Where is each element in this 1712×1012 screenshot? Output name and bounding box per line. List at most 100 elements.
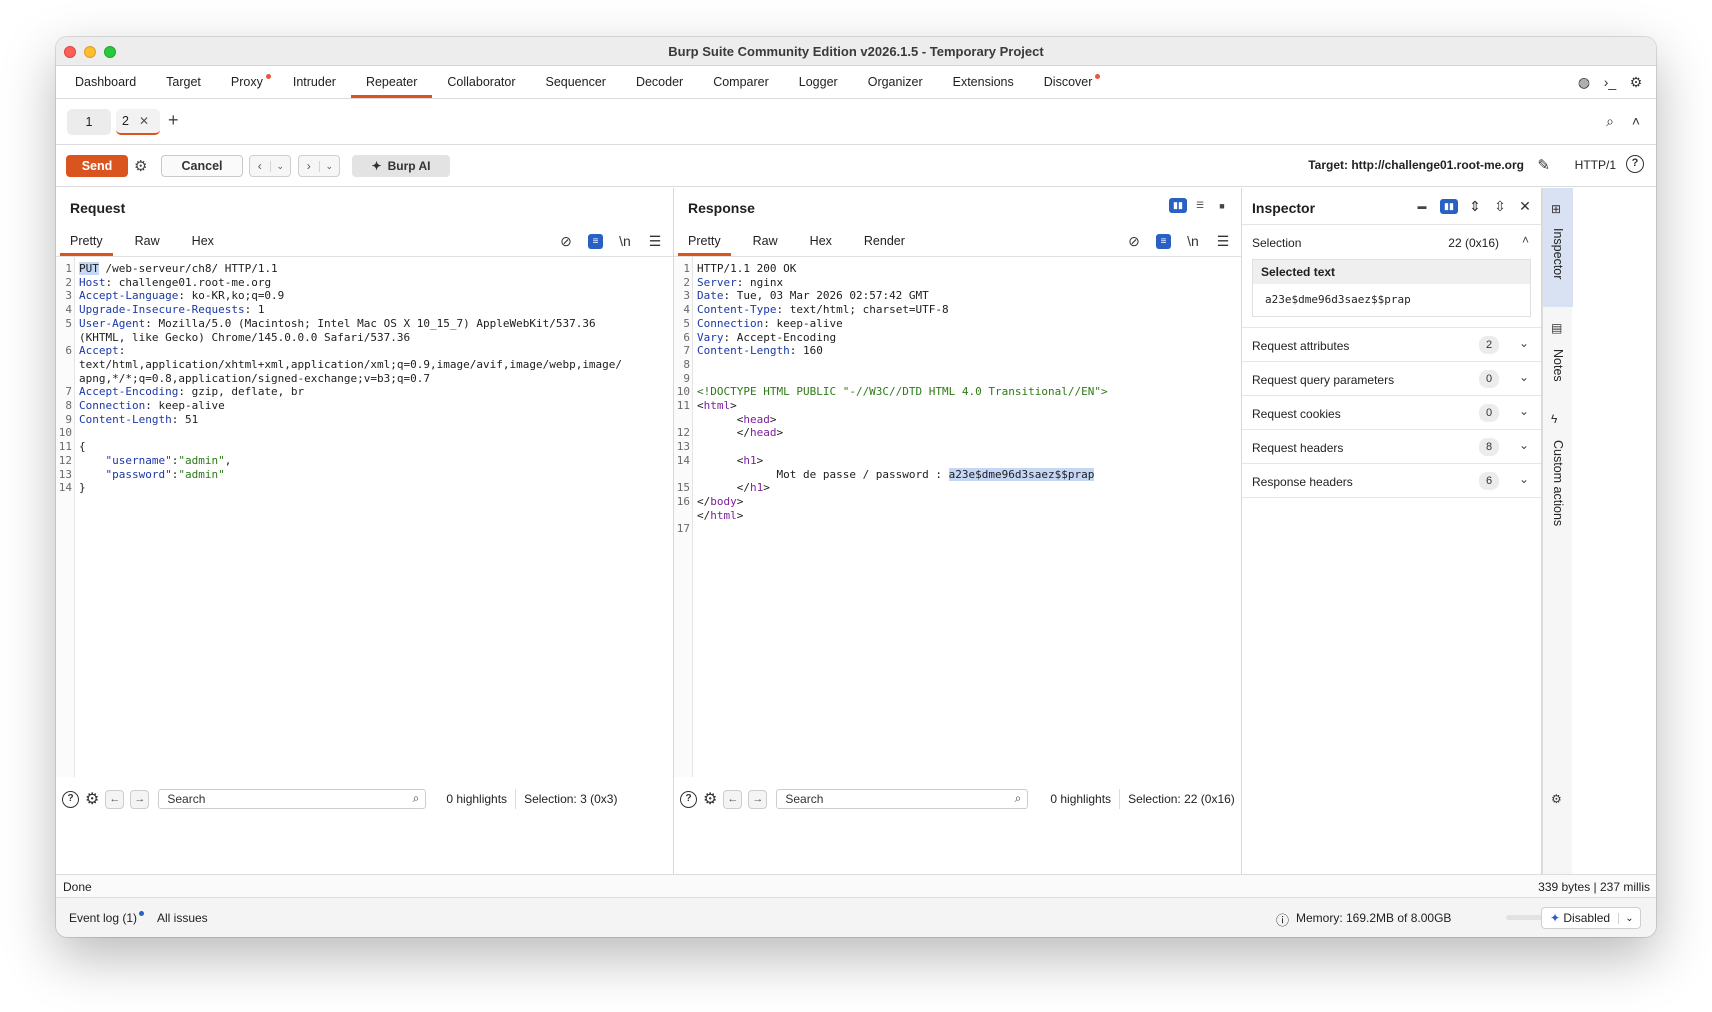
response-search-input[interactable]: Search ⌕ — [776, 789, 1029, 809]
menu-icon[interactable]: ☰ — [1215, 233, 1231, 249]
search-icon[interactable]: ⌕ — [1602, 113, 1618, 129]
hide-eye-icon[interactable]: ⊘ — [1126, 233, 1142, 249]
menu-tab-discover[interactable]: Discover — [1029, 66, 1108, 98]
inspector-section-request-headers[interactable]: Request headers 8 ⌄ — [1242, 430, 1541, 464]
response-tab-render[interactable]: Render — [854, 225, 915, 256]
collapse-all-icon[interactable]: ⇳ — [1492, 198, 1508, 214]
request-tab-hex[interactable]: Hex — [182, 225, 224, 256]
inspector-selection-section[interactable]: Selection 22 (0x16) ˄ — [1242, 225, 1541, 259]
request-tab-pretty[interactable]: Pretty — [60, 225, 113, 256]
menu-tab-sequencer[interactable]: Sequencer — [530, 66, 620, 98]
request-tab-raw[interactable]: Raw — [125, 225, 170, 256]
event-log-link[interactable]: Event log (1) — [69, 911, 145, 925]
menu-tab-collaborator[interactable]: Collaborator — [432, 66, 530, 98]
expand-all-icon[interactable]: ⇕ — [1467, 198, 1483, 214]
send-button[interactable]: Send — [66, 155, 128, 177]
repeater-tab-2[interactable]: 2 ✕ — [116, 109, 160, 135]
help-icon[interactable]: ? — [62, 790, 79, 808]
chevron-right-icon[interactable]: › — [299, 159, 319, 173]
code-line: 13 — [674, 440, 1241, 454]
arrow-left-icon[interactable]: ← — [723, 789, 743, 809]
response-tab-pretty[interactable]: Pretty — [678, 225, 731, 256]
repeater-tab-1[interactable]: 1 — [67, 109, 111, 135]
edit-target-pencil-icon[interactable]: ✎ — [1537, 156, 1550, 174]
menu-tab-extensions[interactable]: Extensions — [938, 66, 1029, 98]
all-issues-link[interactable]: All issues — [157, 911, 208, 925]
inspector-section-response-headers[interactable]: Response headers 6 ⌄ — [1242, 464, 1541, 498]
menu-tab-target[interactable]: Target — [151, 66, 216, 98]
ai-mode-dropdown[interactable]: ✦ Disabled ⌄ — [1541, 907, 1641, 929]
chevron-down-icon[interactable]: ⌄ — [1519, 438, 1529, 452]
selected-text-value[interactable]: a23e$dme96d3saez$$prap — [1253, 284, 1530, 316]
help-icon[interactable]: ? — [1626, 155, 1644, 173]
header-key: "password" — [79, 467, 172, 481]
settings-gear-icon[interactable]: ⚙ — [1628, 74, 1644, 90]
inspector-section-request-attributes[interactable]: Request attributes 2 ⌄ — [1242, 328, 1541, 362]
menu-tab-intruder[interactable]: Intruder — [278, 66, 351, 98]
response-tab-hex[interactable]: Hex — [800, 225, 842, 256]
menu-tab-decoder[interactable]: Decoder — [621, 66, 698, 98]
chevron-down-icon[interactable]: ⌄ — [318, 160, 340, 172]
chevron-up-icon[interactable]: ˄ — [1522, 233, 1529, 247]
layout-list-icon[interactable]: ▬ — [1413, 199, 1431, 214]
cancel-button[interactable]: Cancel — [161, 155, 243, 177]
response-tab-raw[interactable]: Raw — [743, 225, 788, 256]
rail-notes-tab[interactable]: ▤ Notes — [1543, 313, 1573, 398]
history-back-button[interactable]: ‹ ⌄ — [249, 155, 291, 177]
chevron-down-icon[interactable]: ⌄ — [1519, 370, 1529, 384]
chevron-down-icon[interactable]: ⌄ — [269, 160, 291, 172]
close-tab-icon[interactable]: ✕ — [139, 114, 149, 128]
request-search-input[interactable]: Search ⌕ — [158, 789, 427, 809]
menu-tab-proxy[interactable]: Proxy — [216, 66, 278, 98]
inspector-section-request-cookies[interactable]: Request cookies 0 ⌄ — [1242, 396, 1541, 430]
word-wrap-icon[interactable]: ≡ — [1156, 233, 1171, 249]
word-wrap-icon[interactable]: ≡ — [588, 233, 603, 249]
gear-icon[interactable]: ⚙ — [1551, 792, 1562, 806]
send-settings-gear-icon[interactable]: ⚙ — [134, 157, 147, 175]
gear-icon[interactable]: ⚙ — [703, 789, 717, 809]
close-icon[interactable]: ✕ — [1517, 198, 1533, 214]
code-token: : Mozilla/5.0 (Macintosh; Intel Mac OS X… — [145, 316, 596, 330]
http-version-selector[interactable]: HTTP/1 — [1575, 158, 1616, 172]
chevron-down-icon[interactable]: ⌄ — [1519, 472, 1529, 486]
chevron-down-icon[interactable]: ⌄ — [1618, 912, 1640, 924]
request-title: Request — [70, 200, 126, 216]
menu-tab-organizer[interactable]: Organizer — [853, 66, 938, 98]
notification-dot — [265, 74, 271, 79]
single-pane-icon[interactable]: ■ — [1213, 198, 1231, 213]
burp-ai-button[interactable]: ✦ Burp AI — [352, 155, 450, 177]
help-icon[interactable]: ? — [680, 790, 697, 808]
chevron-down-icon[interactable]: ⌄ — [1519, 404, 1529, 418]
hide-eye-icon[interactable]: ⊘ — [558, 233, 574, 249]
add-tab-icon[interactable]: + — [168, 110, 179, 131]
rail-custom-actions-tab[interactable]: ϟ Custom actions — [1543, 404, 1573, 554]
response-editor[interactable]: 1 HTTP/1.1 200 OK 2 Server: nginx 3 Date: Tue… — [674, 257, 1241, 777]
rail-inspector-tab[interactable]: ⊞ Inspector — [1543, 188, 1573, 307]
gear-icon[interactable]: ⚙ — [85, 789, 99, 809]
arrow-right-icon[interactable]: → — [748, 789, 768, 809]
chevron-up-icon[interactable]: ˄ — [1628, 113, 1644, 129]
layout-split-icon[interactable]: ▮▮ — [1440, 198, 1458, 214]
menu-tab-dashboard[interactable]: Dashboard — [60, 66, 151, 98]
history-forward-button[interactable]: › ⌄ — [298, 155, 340, 177]
menu-icon[interactable]: ☰ — [647, 233, 663, 249]
newline-toggle[interactable]: \n — [1185, 233, 1201, 249]
status-text: Done — [63, 880, 92, 894]
terminal-icon[interactable]: ›_ — [1602, 74, 1618, 90]
search-icon[interactable]: ⌕ — [1015, 791, 1022, 806]
split-vertical-icon[interactable]: ▮▮ — [1169, 198, 1187, 213]
newline-toggle[interactable]: \n — [617, 233, 633, 249]
menu-tab-repeater[interactable]: Repeater — [350, 66, 433, 98]
globe-icon[interactable]: ◍ — [1576, 74, 1592, 90]
menu-tab-comparer[interactable]: Comparer — [698, 66, 784, 98]
chevron-down-icon[interactable]: ⌄ — [1519, 336, 1529, 350]
section-label: Response headers — [1252, 475, 1353, 489]
request-editor[interactable]: 1 PUT /web-serveur/ch8/ HTTP/1.1 2 Host: ch… — [56, 257, 673, 777]
search-icon[interactable]: ⌕ — [413, 791, 420, 806]
menu-tab-logger[interactable]: Logger — [784, 66, 853, 98]
arrow-left-icon[interactable]: ← — [105, 789, 125, 809]
chevron-left-icon[interactable]: ‹ — [250, 159, 270, 173]
split-horizontal-icon[interactable]: ☰ — [1191, 198, 1209, 213]
arrow-right-icon[interactable]: → — [130, 789, 150, 809]
inspector-section-request-query-parameters[interactable]: Request query parameters 0 ⌄ — [1242, 362, 1541, 396]
